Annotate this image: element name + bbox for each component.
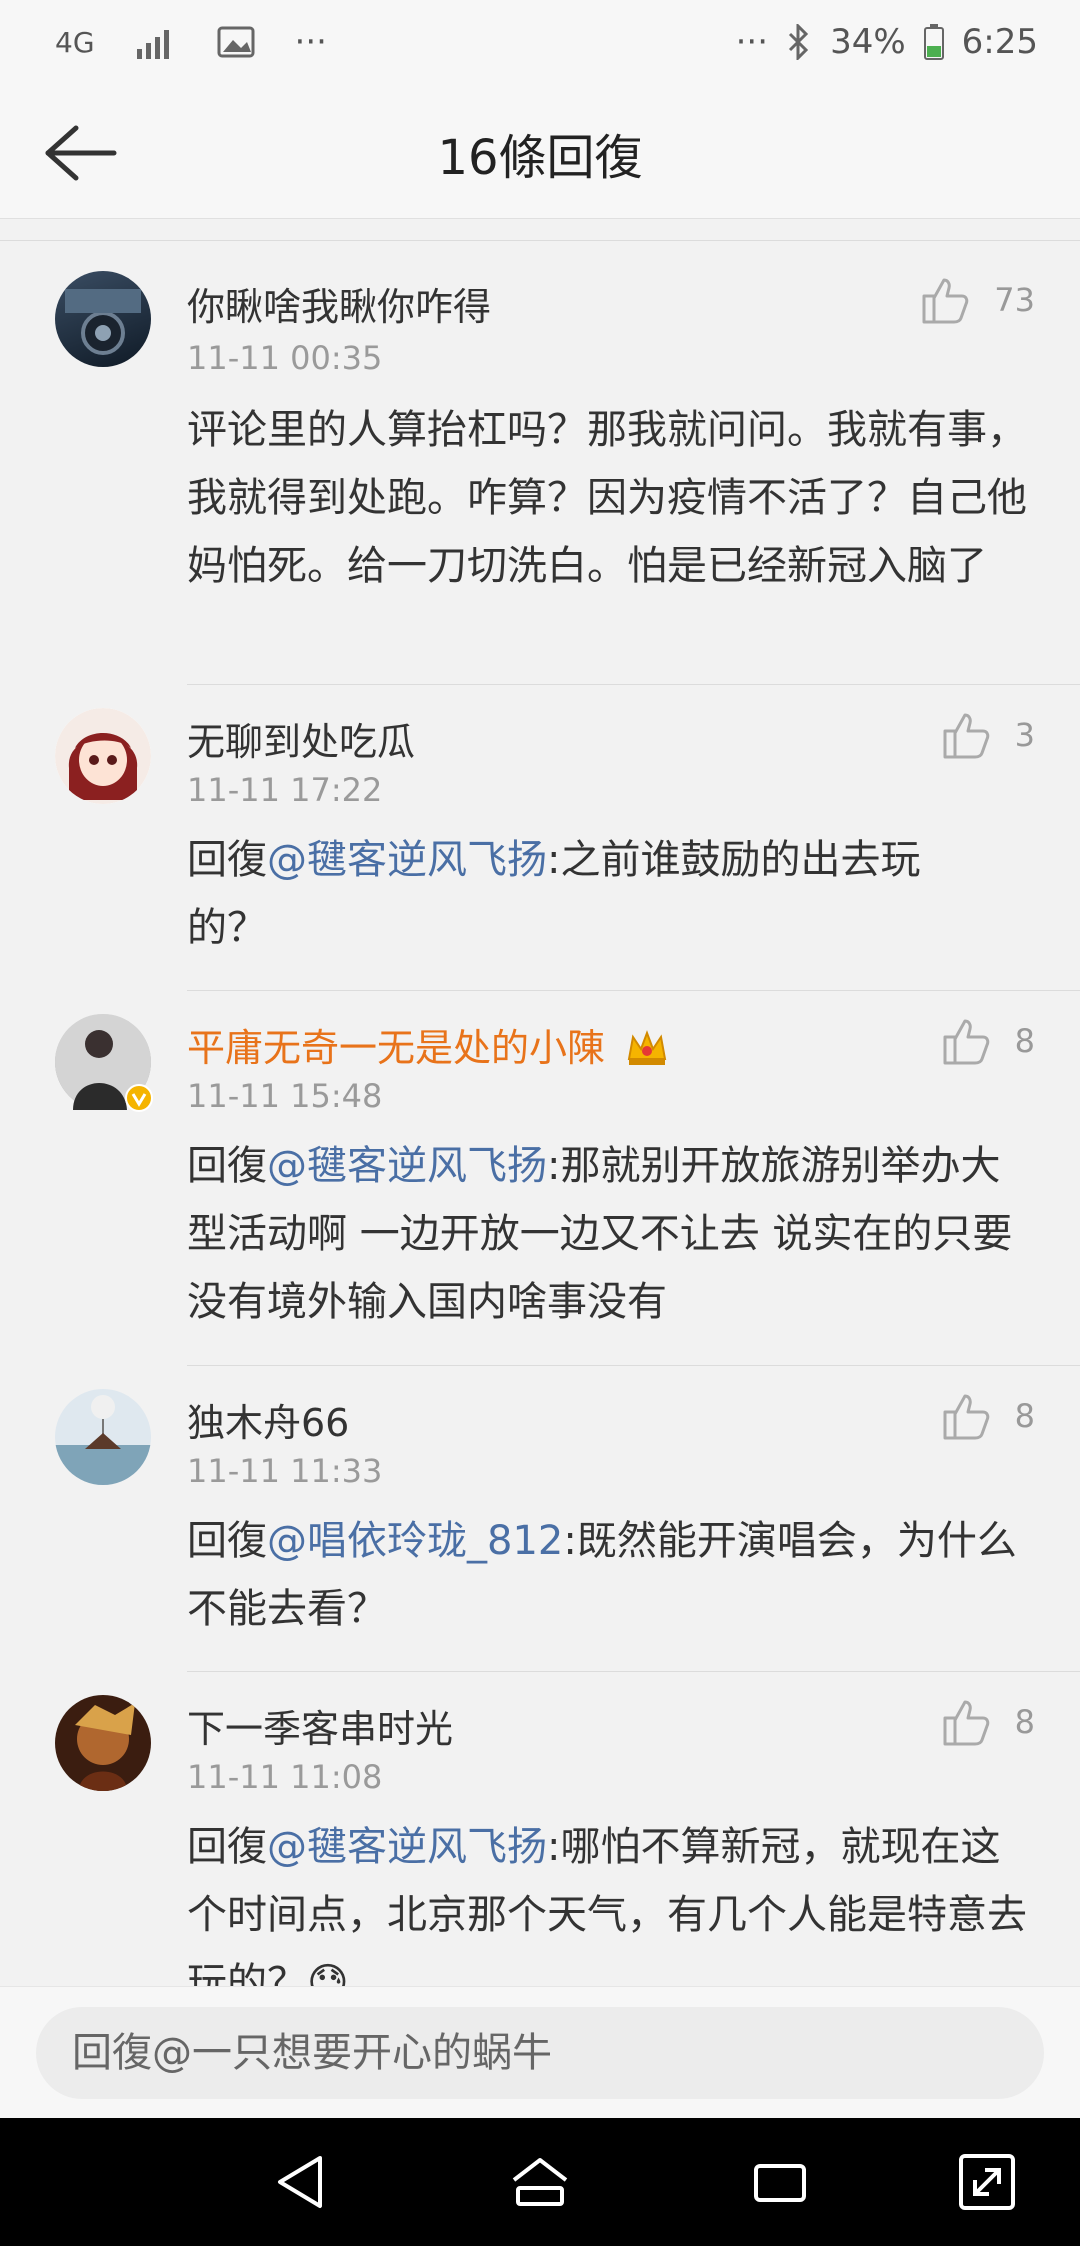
like-count: 8 [1014,1022,1035,1060]
reply-prefix: 回復 [187,837,267,883]
mention-link[interactable]: @毽客逆风飞扬 [267,837,547,883]
separator [187,1671,1080,1672]
network-4g-icon: 4G [55,25,95,59]
nav-expand-button[interactable] [955,2152,1019,2212]
username-text: 平庸无奇一无是处的小陳 [187,1026,606,1070]
separator [187,990,1080,991]
recents-icon [754,2164,806,2202]
comment-item: 你瞅啥我瞅你咋得 73 11-11 00:35 评论里的人算抬杠吗？那我就问问。… [0,241,1080,686]
reply-prefix: 回復 [187,1824,267,1870]
avatar[interactable] [55,271,151,367]
nav-back-button[interactable] [270,2152,334,2212]
image-icon [217,26,255,58]
comment-username[interactable]: 平庸无奇一无是处的小陳 [187,1017,669,1072]
avatar[interactable] [55,1695,151,1791]
more-notifications-icon: ··· [294,22,327,62]
like-button[interactable]: 8 [941,1017,1035,1065]
home-icon [512,2158,568,2206]
reply-bar: 回復@一只想要开心的蜗牛 [0,1986,1080,2119]
like-count: 8 [1014,1703,1035,1741]
comment-time: 11-11 17:22 [187,771,383,809]
more-status-icon: ··· [735,22,769,62]
avatar[interactable] [55,1014,153,1112]
reply-input[interactable]: 回復@一只想要开心的蜗牛 [36,2007,1044,2099]
thumbs-up-icon [943,1700,989,1746]
mention-link[interactable]: @毽客逆风飞扬 [267,1824,547,1870]
avatar[interactable] [55,708,151,804]
comment-text: 回復@毽客逆风飞扬:之前谁鼓励的出去玩的？ [187,826,987,962]
comment-text: 回復@毽客逆风飞扬:那就别开放旅游别举办大型活动啊 一边开放一边又不让去 说实在… [187,1132,1037,1336]
comment-item: 独木舟66 8 11-11 11:33 回復@唱依玲珑_812:既然能开演唱会，… [0,1367,1080,1673]
nav-recents-button[interactable] [748,2152,812,2212]
thumbs-up-icon [943,1394,989,1440]
comment-time: 11-11 15:48 [187,1077,383,1115]
verified-badge-icon [125,1084,153,1112]
comment-username[interactable]: 无聊到处吃瓜 [187,711,415,766]
separator [187,684,1080,685]
comment-item: 下一季客串时光 8 11-11 11:08 回復@毽客逆风飞扬:哪怕不算新冠，就… [0,1673,1080,1986]
thumbs-up-icon [943,713,989,759]
title-bar: 16條回復 [0,88,1080,219]
mention-link[interactable]: @唱依玲珑_812 [267,1518,563,1564]
triangle-back-icon [278,2156,322,2208]
crown-icon [627,1030,667,1065]
system-nav-bar [0,2118,1080,2246]
like-button[interactable]: 3 [941,711,1035,759]
like-button[interactable]: 8 [941,1392,1035,1440]
battery-percent: 34% [830,22,906,62]
signal-icon [135,25,177,59]
clock: 6:25 [961,22,1038,62]
comment-time: 11-11 11:33 [187,1452,383,1490]
comment-list[interactable]: 你瞅啥我瞅你咋得 73 11-11 00:35 评论里的人算抬杠吗？那我就问问。… [0,241,1080,1986]
nav-home-button[interactable] [508,2152,572,2212]
comment-text: 回復@唱依玲珑_812:既然能开演唱会，为什么不能去看？ [187,1507,1037,1643]
like-count: 73 [994,281,1035,319]
status-bar: 4G ··· ··· 34% 6:25 [0,0,1080,88]
reply-prefix: 回復 [187,1518,267,1564]
comment-item: 平庸无奇一无是处的小陳 8 11-11 15:48 回復@毽客逆风飞扬:那就别开… [0,992,1080,1367]
comment-username[interactable]: 你瞅啥我瞅你咋得 [187,276,491,331]
reply-prefix: 回復 [187,1143,267,1189]
like-count: 3 [1014,716,1035,754]
separator [187,1365,1080,1366]
page-title: 16條回復 [437,130,643,186]
comment-time: 11-11 00:35 [187,339,383,377]
mention-link[interactable]: @毽客逆风飞扬 [267,1143,547,1189]
expand-icon [959,2154,1015,2210]
avatar[interactable] [55,1389,151,1485]
comment-text: 评论里的人算抬杠吗？那我就问问。我就有事，我就得到处跑。咋算？因为疫情不活了？自… [187,407,1027,589]
comment-username[interactable]: 独木舟66 [187,1392,349,1447]
battery-icon [923,24,944,60]
thumbs-up-icon [922,278,969,324]
comment-username[interactable]: 下一季客串时光 [187,1698,453,1753]
bluetooth-icon [786,24,812,60]
like-button[interactable]: 73 [920,276,1035,324]
like-button[interactable]: 8 [941,1698,1035,1746]
comment-item: 无聊到处吃瓜 3 11-11 17:22 回復@毽客逆风飞扬:之前谁鼓励的出去玩… [0,686,1080,992]
comment-text: 回復@毽客逆风飞扬:哪怕不算新冠，就现在这个时间点，北京那个天气，有几个人能是特… [187,1813,1037,1986]
like-count: 8 [1014,1397,1035,1435]
thumbs-up-icon [943,1019,989,1065]
comment-time: 11-11 11:08 [187,1758,383,1796]
